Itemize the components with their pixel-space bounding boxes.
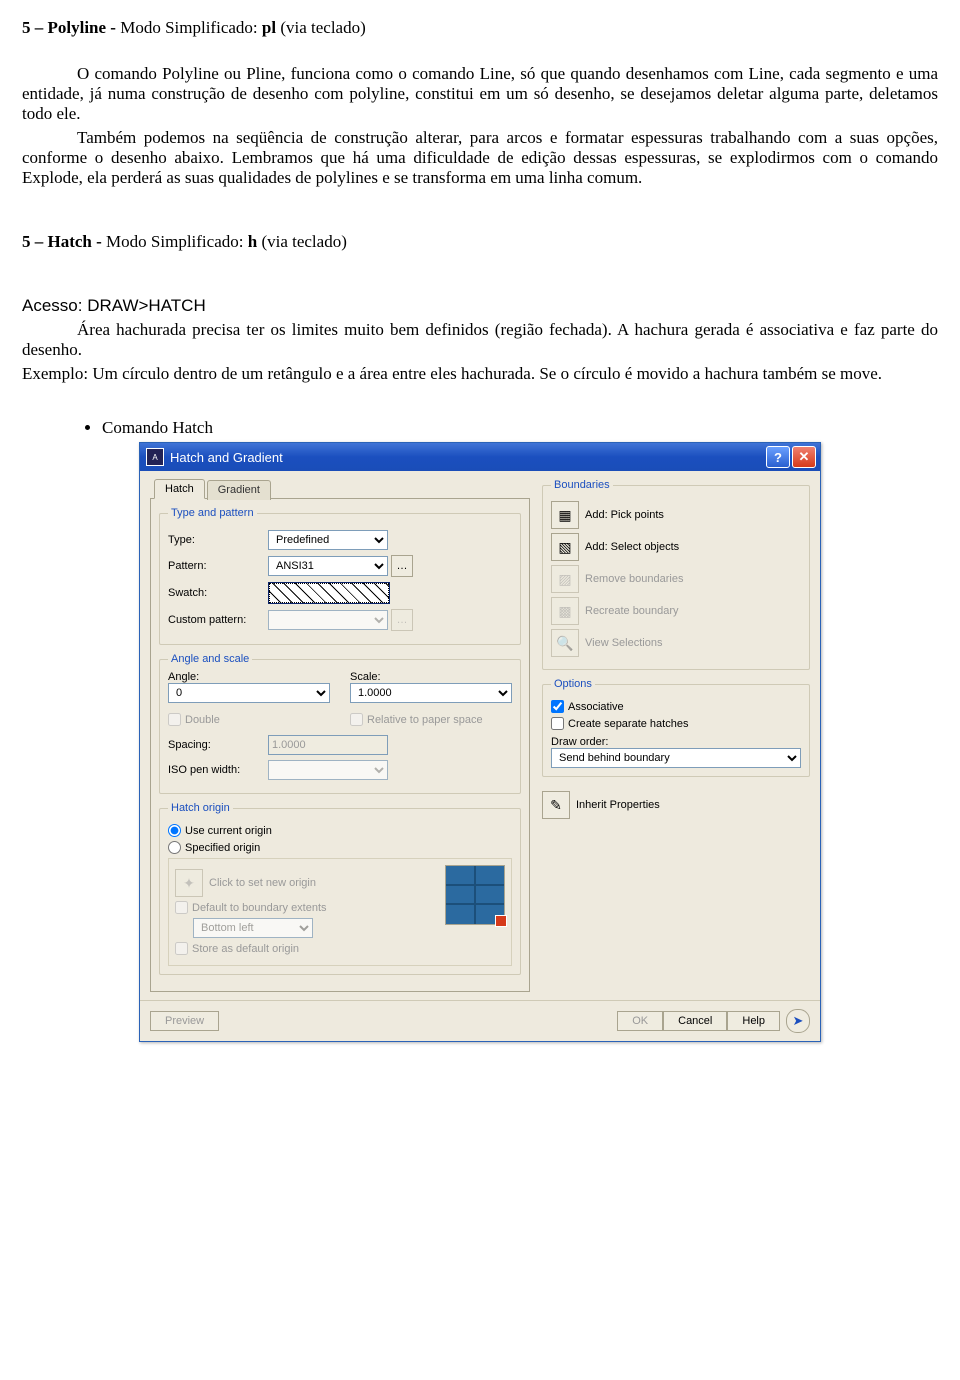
preview-button: Preview (150, 1011, 219, 1031)
label-spacing: Spacing: (168, 739, 268, 751)
label-relative: Relative to paper space (367, 714, 483, 726)
group-boundaries: Boundaries ▦ Add: Pick points ▧ Add: Sel… (542, 479, 810, 670)
hatch-paragraph-2: Exemplo: Um círculo dentro de um retângu… (22, 364, 938, 384)
hatch-gradient-dialog: A Hatch and Gradient ? ✕ Hatch Gradient … (139, 442, 821, 1042)
origin-position-select: Bottom left (193, 918, 313, 938)
legend-angle-scale: Angle and scale (168, 653, 252, 665)
default-extents-checkbox (175, 901, 188, 914)
label-double: Double (185, 714, 220, 726)
origin-preview-icon (445, 865, 505, 925)
group-angle-scale: Angle and scale Angle: 0 Scale: 1.0000 (159, 653, 521, 794)
label-specified-origin: Specified origin (185, 842, 260, 854)
type-select[interactable]: Predefined (268, 530, 388, 550)
section-hatch-heading: 5 – Hatch - Modo Simplificado: h (via te… (22, 232, 938, 252)
spacing-input (268, 735, 388, 755)
polyline-paragraph-1: O comando Polyline ou Pline, funciona co… (22, 64, 938, 124)
pattern-select[interactable]: ANSI31 (268, 556, 388, 576)
hatch-paragraph-1: Área hachurada precisa ter os limites mu… (22, 320, 938, 360)
label-angle: Angle: (168, 671, 330, 683)
tab-hatch[interactable]: Hatch (154, 479, 205, 499)
custom-pattern-browse-button: … (391, 609, 413, 631)
pattern-browse-button[interactable]: … (391, 555, 413, 577)
cancel-button[interactable]: Cancel (663, 1011, 727, 1031)
set-origin-icon: ✦ (175, 869, 203, 897)
group-type-pattern: Type and pattern Type: Predefined Patter… (159, 507, 521, 645)
angle-select[interactable]: 0 (168, 683, 330, 703)
select-objects-icon[interactable]: ▧ (551, 533, 579, 561)
dialog-title: Hatch and Gradient (170, 450, 764, 465)
close-button[interactable]: ✕ (792, 446, 816, 468)
section-polyline-heading: 5 – Polyline - Modo Simplificado: pl (vi… (22, 18, 938, 38)
add-pick-points-button[interactable]: Add: Pick points (585, 509, 664, 521)
double-checkbox (168, 713, 181, 726)
swatch-preview[interactable] (268, 582, 390, 604)
view-selections-button: View Selections (585, 637, 662, 649)
legend-boundaries: Boundaries (551, 479, 613, 491)
scale-select[interactable]: 1.0000 (350, 683, 512, 703)
store-default-checkbox (175, 942, 188, 955)
tab-gradient[interactable]: Gradient (207, 480, 271, 500)
pick-points-icon[interactable]: ▦ (551, 501, 579, 529)
inherit-properties-icon[interactable]: ✎ (542, 791, 570, 819)
separate-hatches-checkbox[interactable] (551, 717, 564, 730)
remove-boundaries-button: Remove boundaries (585, 573, 683, 585)
label-separate: Create separate hatches (568, 718, 688, 730)
inherit-properties-button[interactable]: Inherit Properties (576, 799, 660, 811)
group-options: Options Associative Create separate hatc… (542, 678, 810, 777)
label-custom-pattern: Custom pattern: (168, 614, 268, 626)
label-scale: Scale: (350, 671, 512, 683)
dialog-footer: Preview OK Cancel Help ➤ (140, 1000, 820, 1041)
iso-pen-select (268, 760, 388, 780)
label-type: Type: (168, 534, 268, 546)
dialog-titlebar[interactable]: A Hatch and Gradient ? ✕ (140, 443, 820, 471)
label-draw-order: Draw order: (551, 736, 801, 748)
help-footer-button[interactable]: Help (727, 1011, 780, 1031)
remove-boundaries-icon: ▨ (551, 565, 579, 593)
label-default-extents: Default to boundary extents (192, 902, 327, 914)
legend-options: Options (551, 678, 595, 690)
access-path: Acesso: DRAW>HATCH (22, 296, 938, 316)
ok-button: OK (617, 1011, 663, 1031)
recreate-boundary-icon: ▩ (551, 597, 579, 625)
expand-button[interactable]: ➤ (786, 1009, 810, 1033)
app-icon: A (146, 448, 164, 466)
specified-origin-radio[interactable] (168, 841, 181, 854)
label-iso-pen: ISO pen width: (168, 764, 268, 776)
associative-checkbox[interactable] (551, 700, 564, 713)
legend-hatch-origin: Hatch origin (168, 802, 233, 814)
relative-checkbox (350, 713, 363, 726)
view-selections-icon: 🔍 (551, 629, 579, 657)
label-swatch: Swatch: (168, 587, 268, 599)
label-pattern: Pattern: (168, 560, 268, 572)
group-hatch-origin: Hatch origin Use current origin Specifie… (159, 802, 521, 975)
help-button[interactable]: ? (766, 446, 790, 468)
label-store-default: Store as default origin (192, 943, 299, 955)
add-select-objects-button[interactable]: Add: Select objects (585, 541, 679, 553)
recreate-boundary-button: Recreate boundary (585, 605, 679, 617)
label-click-new-origin: Click to set new origin (209, 877, 316, 889)
label-associative: Associative (568, 701, 624, 713)
legend-type-pattern: Type and pattern (168, 507, 257, 519)
bullet-comando-hatch: Comando Hatch (102, 418, 938, 438)
custom-pattern-select (268, 610, 388, 630)
label-use-current-origin: Use current origin (185, 825, 272, 837)
use-current-origin-radio[interactable] (168, 824, 181, 837)
polyline-paragraph-2: Também podemos na seqüência de construçã… (22, 128, 938, 188)
draw-order-select[interactable]: Send behind boundary (551, 748, 801, 768)
